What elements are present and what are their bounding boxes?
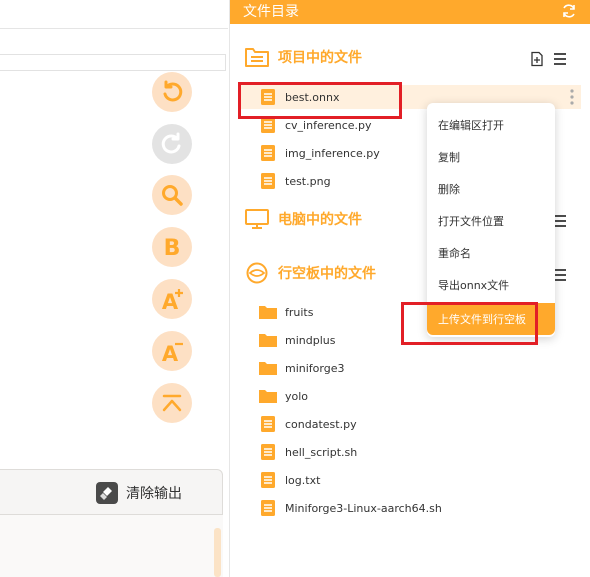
folder-name: fruits <box>285 305 314 319</box>
folder-icon <box>259 306 277 319</box>
file-icon <box>261 416 275 432</box>
font-increase-button[interactable]: A <box>152 279 192 319</box>
folder-name: mindplus <box>285 333 336 347</box>
divider <box>0 28 228 29</box>
file-row[interactable]: condatest.py <box>230 412 590 436</box>
font-decrease-icon: A <box>162 342 183 364</box>
menu-item-rename[interactable]: 重命名 <box>427 237 555 269</box>
file-name: Miniforge3-Linux-aarch64.sh <box>285 501 442 515</box>
file-icon <box>261 117 275 133</box>
scroll-to-top-icon <box>162 394 182 412</box>
clear-output-label: 清除输出 <box>126 486 182 502</box>
new-file-icon[interactable] <box>529 51 545 67</box>
file-name: test.png <box>285 174 331 188</box>
project-folder-icon <box>245 48 269 67</box>
panel-title: 文件目录 <box>243 4 299 20</box>
board-icon <box>246 262 268 284</box>
menu-item-copy[interactable]: 复制 <box>427 141 555 173</box>
file-icon <box>261 173 275 189</box>
more-options-icon[interactable] <box>569 88 575 106</box>
redo-icon <box>161 132 181 154</box>
section-computer-files[interactable]: 电脑中的文件 <box>244 206 362 232</box>
broom-icon <box>96 482 118 504</box>
file-name: best.onnx <box>285 90 340 104</box>
file-row[interactable]: hell_script.sh <box>230 440 590 464</box>
file-icon <box>261 145 275 161</box>
menu-icon[interactable] <box>552 51 568 67</box>
output-toolbar: 清除输出 <box>0 469 223 515</box>
section-label: 行空板中的文件 <box>278 266 376 282</box>
section-label: 电脑中的文件 <box>278 212 362 228</box>
monitor-icon <box>245 209 269 229</box>
folder-name: yolo <box>285 389 309 403</box>
svg-text:B: B <box>164 236 181 260</box>
folder-row[interactable]: miniforge3 <box>230 356 590 380</box>
bold-b-icon: B <box>164 236 181 260</box>
file-name: condatest.py <box>285 417 357 431</box>
panel-header: 文件目录 <box>230 0 590 24</box>
file-icon <box>261 89 275 105</box>
file-icon <box>261 472 275 488</box>
file-row[interactable]: Miniforge3-Linux-aarch64.sh <box>230 496 590 520</box>
output-scrollbar[interactable] <box>214 528 221 577</box>
folder-name: miniforge3 <box>285 361 345 375</box>
scroll-top-button[interactable] <box>152 383 192 423</box>
redo-button[interactable] <box>152 124 192 164</box>
file-name: hell_script.sh <box>285 445 358 459</box>
file-icon <box>261 500 275 516</box>
folder-icon <box>259 390 277 403</box>
file-name: cv_inference.py <box>285 118 372 132</box>
editor-pane: B A A 清除输出 <box>0 0 228 577</box>
folder-icon <box>259 334 277 347</box>
menu-item-open-location[interactable]: 打开文件位置 <box>427 205 555 237</box>
file-row[interactable]: log.txt <box>230 468 590 492</box>
file-name: img_inference.py <box>285 146 380 160</box>
bold-button[interactable]: B <box>152 227 192 267</box>
menu-item-export-onnx[interactable]: 导出onnx文件 <box>427 269 555 301</box>
font-decrease-button[interactable]: A <box>152 331 192 371</box>
font-increase-icon: A <box>162 289 183 312</box>
refresh-icon[interactable] <box>561 3 577 19</box>
undo-button[interactable] <box>152 72 192 112</box>
output-area[interactable] <box>0 515 223 577</box>
file-icon <box>261 444 275 460</box>
menu-item-delete[interactable]: 删除 <box>427 173 555 205</box>
context-menu: 在编辑区打开 复制 删除 打开文件位置 重命名 导出onnx文件 上传文件到行空… <box>427 103 555 337</box>
menu-item-upload-to-board[interactable]: 上传文件到行空板 <box>427 303 555 335</box>
search-button[interactable] <box>152 175 192 215</box>
menu-item-open-in-editor[interactable]: 在编辑区打开 <box>427 109 555 141</box>
clear-output-button[interactable]: 清除输出 <box>96 482 182 504</box>
section-board-files[interactable]: 行空板中的文件 <box>244 260 376 286</box>
search-icon <box>162 185 183 206</box>
undo-icon <box>163 80 183 102</box>
section-label: 项目中的文件 <box>278 50 362 66</box>
section-project-files[interactable]: 项目中的文件 <box>244 44 362 70</box>
svg-text:A: A <box>162 342 179 364</box>
file-name: log.txt <box>285 473 321 487</box>
folder-icon <box>259 362 277 375</box>
editor-input-bar[interactable] <box>0 54 226 71</box>
folder-row[interactable]: yolo <box>230 384 590 408</box>
